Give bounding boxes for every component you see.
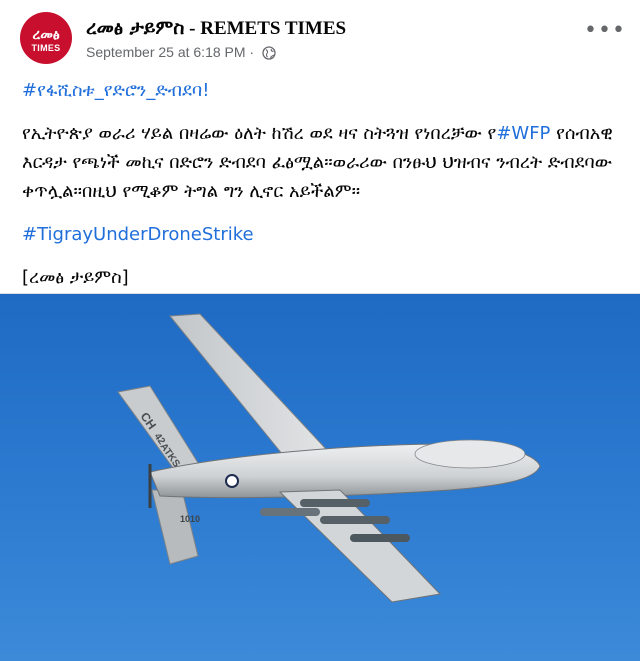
nose-dome — [414, 439, 526, 469]
post-body: #የፋሺስቱ_የድሮን_ድብደባ! የኢትዮጵያ ወራሪ ሃይል በዛሬው ዕለ… — [22, 76, 622, 292]
tail-fin-upper — [117, 385, 201, 473]
body-text-prefix: የኢትዮጵያ ወራሪ ሃይል በዛሬው ዕለት ከሽረ ወደ ዛና ስትጓዝ የ… — [22, 123, 497, 144]
roundel — [225, 474, 239, 488]
page-avatar[interactable]: ረመፅ TIMES — [20, 12, 72, 64]
drone-illustration: CH 42 ATKS 1010 — [117, 313, 541, 603]
post-timestamp[interactable]: September 25 at 6:18 PM — [86, 44, 246, 60]
post-signature: [ረመፅ ታይምስ] — [22, 267, 129, 288]
page-name-amharic: ረመፅ ታይምስ — [86, 17, 185, 39]
facebook-post: ረመፅ TIMES ረመፅ ታይምስ - REMETS TIMES Septem… — [0, 0, 640, 661]
page-name-latin: REMETS TIMES — [200, 18, 347, 39]
tail-fin-lower — [151, 489, 199, 565]
hashtag-top[interactable]: #የፋሺስቱ_የድሮን_ድብደባ! — [22, 80, 209, 101]
post-paragraph: የኢትዮጵያ ወራሪ ሃይል በዛሬው ዕለት ከሽረ ወደ ዛና ስትጓዝ የ… — [22, 119, 622, 206]
avatar-logo-subtext: TIMES — [31, 43, 61, 53]
missile-4 — [350, 534, 410, 542]
post-header: ረመፅ TIMES ረመፅ ታይምስ - REMETS TIMES Septem… — [0, 0, 640, 74]
wing-code: 1010 — [180, 514, 200, 524]
post-meta: September 25 at 6:18 PM · — [86, 44, 276, 63]
hashtag-bottom[interactable]: #TigrayUnderDroneStrike — [22, 224, 254, 245]
avatar-logo-text: ረመፅ — [32, 26, 60, 42]
globe-icon[interactable] — [262, 46, 276, 63]
missile-3 — [260, 508, 320, 516]
post-photo[interactable]: CH 42 ATKS 1010 — [0, 293, 640, 661]
page-name-link[interactable]: ረመፅ ታይምስ - REMETS TIMES — [86, 17, 346, 40]
meta-separator: · — [245, 44, 258, 60]
page-name-separator: - — [184, 18, 201, 39]
missile-1 — [300, 499, 370, 507]
hashtag-wfp[interactable]: #WFP — [496, 123, 550, 144]
more-options-button[interactable]: ••• — [584, 20, 625, 44]
missile-2 — [320, 516, 390, 524]
